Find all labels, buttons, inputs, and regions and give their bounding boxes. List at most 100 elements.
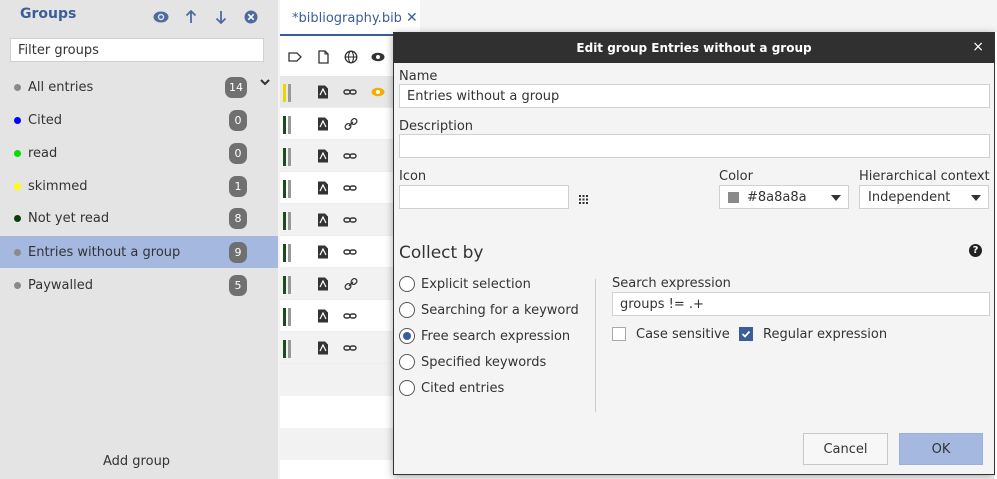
- icon-grid-picker-icon[interactable]: [579, 195, 588, 204]
- arrow-down-icon[interactable]: [212, 8, 230, 26]
- regular-expression-option[interactable]: Regular expression: [739, 325, 887, 343]
- group-count-badge: 1: [229, 175, 247, 197]
- case-sensitive-label: Case sensitive: [636, 326, 730, 342]
- group-all-entries[interactable]: All entries 14: [0, 71, 278, 103]
- pdf-icon[interactable]: [317, 277, 329, 291]
- name-label: Name: [399, 69, 438, 84]
- case-sensitive-checkbox[interactable]: [612, 327, 626, 341]
- priority-bar: [283, 116, 286, 134]
- close-circle-icon[interactable]: [242, 8, 260, 26]
- pdf-icon[interactable]: [317, 85, 329, 99]
- cancel-button[interactable]: Cancel: [803, 433, 888, 465]
- group-skimmed[interactable]: skimmed 1: [0, 170, 278, 202]
- edit-group-dialog: Edit group Entries without a group × Nam…: [393, 32, 995, 475]
- dropdown-arrow-icon: [971, 195, 981, 201]
- ok-button[interactable]: OK: [899, 433, 983, 465]
- eye-toggle-icon[interactable]: [152, 8, 170, 26]
- dialog-titlebar[interactable]: Edit group Entries without a group ×: [394, 33, 994, 63]
- group-label: read: [28, 145, 58, 161]
- radio-button[interactable]: [399, 276, 415, 292]
- link-icon[interactable]: [343, 181, 357, 195]
- pdf-icon[interactable]: [317, 341, 329, 355]
- close-icon[interactable]: ×: [972, 40, 984, 54]
- radio-cited-entries[interactable]: Cited entries: [399, 378, 504, 398]
- group-color-dot: [14, 214, 21, 222]
- pdf-icon[interactable]: [317, 245, 329, 259]
- label-icon[interactable]: [288, 50, 302, 64]
- radio-label: Specified keywords: [421, 354, 547, 370]
- group-entries-without-a-group[interactable]: Entries without a group 9: [0, 236, 278, 268]
- icon-field[interactable]: [399, 185, 569, 209]
- color-label: Color: [719, 169, 753, 184]
- checkmark-icon: [741, 330, 751, 338]
- rank-bar: [288, 276, 291, 294]
- link-icon[interactable]: [343, 149, 357, 163]
- pdf-icon[interactable]: [317, 149, 329, 163]
- color-picker[interactable]: #8a8a8a: [719, 185, 849, 209]
- filter-groups-input[interactable]: [10, 38, 264, 62]
- radio-label: Searching for a keyword: [421, 302, 579, 318]
- priority-bar: [283, 340, 286, 358]
- group-paywalled[interactable]: Paywalled 5: [0, 269, 278, 301]
- pdf-icon[interactable]: [317, 213, 329, 227]
- radio-specified-keywords[interactable]: Specified keywords: [399, 352, 546, 372]
- radio-button[interactable]: [399, 328, 415, 344]
- group-cited[interactable]: Cited 0: [0, 104, 278, 136]
- case-sensitive-option[interactable]: Case sensitive: [612, 325, 730, 343]
- group-count-badge: 9: [229, 241, 247, 263]
- tab-close-icon[interactable]: ✕: [406, 11, 418, 25]
- dialog-title: Edit group Entries without a group: [576, 41, 812, 55]
- hierarchical-context-select[interactable]: Independent: [859, 185, 989, 209]
- groups-title: Groups: [20, 6, 77, 22]
- chain-icon[interactable]: [344, 117, 358, 131]
- priority-bar: [283, 180, 286, 198]
- priority-bar: [283, 212, 286, 230]
- arrow-up-icon[interactable]: [182, 8, 200, 26]
- radio-explicit-selection[interactable]: Explicit selection: [399, 274, 531, 294]
- group-label: Paywalled: [28, 277, 93, 293]
- pdf-icon[interactable]: [317, 117, 329, 131]
- radio-button[interactable]: [399, 380, 415, 396]
- radio-label: Cited entries: [421, 380, 505, 396]
- pdf-icon[interactable]: [317, 309, 329, 323]
- radio-free-search-expression[interactable]: Free search expression: [399, 326, 570, 346]
- link-icon[interactable]: [343, 213, 357, 227]
- radio-button[interactable]: [399, 354, 415, 370]
- regular-expression-checkbox[interactable]: [739, 327, 753, 341]
- globe-icon[interactable]: [344, 50, 358, 64]
- chain-icon[interactable]: [344, 277, 358, 291]
- hierarchical-context-label: Hierarchical context: [859, 169, 990, 184]
- radio-button[interactable]: [399, 302, 415, 318]
- read-status-eye-icon[interactable]: [371, 85, 385, 99]
- icon-label: Icon: [399, 169, 427, 184]
- tab-bibliography[interactable]: *bibliography.bib ✕: [280, 0, 420, 36]
- group-count-badge: 5: [229, 274, 247, 296]
- link-icon[interactable]: [343, 341, 357, 355]
- group-count-badge: 0: [229, 109, 247, 131]
- pdf-icon[interactable]: [317, 181, 329, 195]
- description-field[interactable]: [399, 134, 990, 158]
- priority-bar: [283, 308, 286, 326]
- group-not-yet-read[interactable]: Not yet read 8: [0, 202, 278, 234]
- groups-sidebar: Groups All entries 14 Cited 0 read 0 ski…: [0, 0, 278, 479]
- rank-bar: [288, 212, 291, 230]
- help-icon[interactable]: ?: [969, 244, 982, 257]
- description-label: Description: [399, 119, 474, 134]
- group-label: All entries: [28, 79, 94, 95]
- radio-searching-keyword[interactable]: Searching for a keyword: [399, 300, 579, 320]
- add-group-button[interactable]: Add group: [103, 454, 170, 469]
- dropdown-arrow-icon: [831, 195, 841, 201]
- group-label: Cited: [28, 112, 63, 128]
- name-field[interactable]: [399, 84, 990, 108]
- link-icon[interactable]: [343, 309, 357, 323]
- rank-bar: [288, 308, 291, 326]
- search-expression-field[interactable]: [612, 292, 990, 316]
- file-icon[interactable]: [316, 50, 330, 64]
- eye-icon[interactable]: [371, 50, 385, 64]
- group-read[interactable]: read 0: [0, 137, 278, 169]
- vertical-separator: [595, 279, 596, 412]
- chevron-down-icon[interactable]: [258, 75, 272, 89]
- link-icon[interactable]: [343, 85, 357, 99]
- link-icon[interactable]: [343, 245, 357, 259]
- radio-label: Explicit selection: [421, 276, 531, 292]
